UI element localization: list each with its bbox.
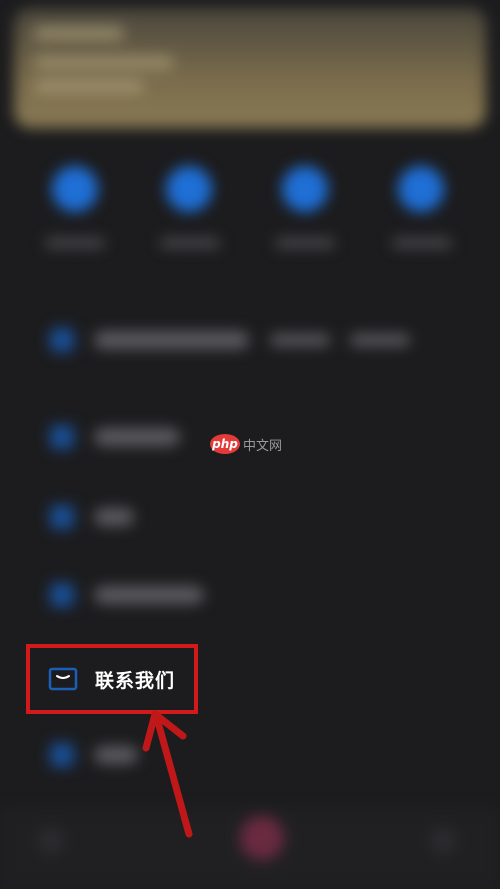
menu-row-text (94, 586, 204, 604)
menu-row-text (94, 428, 180, 446)
highlight-box (26, 644, 198, 714)
watermark-text: 中文网 (243, 438, 283, 454)
menu-row-text (94, 746, 138, 764)
menu-row-icon (50, 505, 74, 529)
watermark-logo: php (210, 434, 240, 454)
bottom-navigation (0, 808, 500, 889)
quick-action-label (45, 238, 105, 248)
quick-action-icon (282, 166, 328, 212)
quick-action-icon (166, 166, 212, 212)
promo-banner (14, 8, 486, 128)
quick-action-icon (52, 166, 98, 212)
nav-tab-icon (430, 828, 456, 854)
menu-row-text (94, 508, 134, 526)
quick-action-label (160, 238, 220, 248)
menu-row-text (270, 334, 330, 346)
nav-tab-icon (240, 816, 284, 860)
menu-row-icon (50, 328, 74, 352)
quick-action-icon (398, 166, 444, 212)
menu-row-text (350, 334, 410, 346)
watermark: php 中文网 (210, 432, 282, 456)
menu-row-icon (50, 425, 74, 449)
menu-row-icon (50, 583, 74, 607)
menu-row-text (94, 331, 249, 349)
quick-action-label (392, 238, 452, 248)
menu-row-icon (50, 743, 74, 767)
quick-action-label (275, 238, 335, 248)
nav-tab-icon (38, 828, 64, 854)
